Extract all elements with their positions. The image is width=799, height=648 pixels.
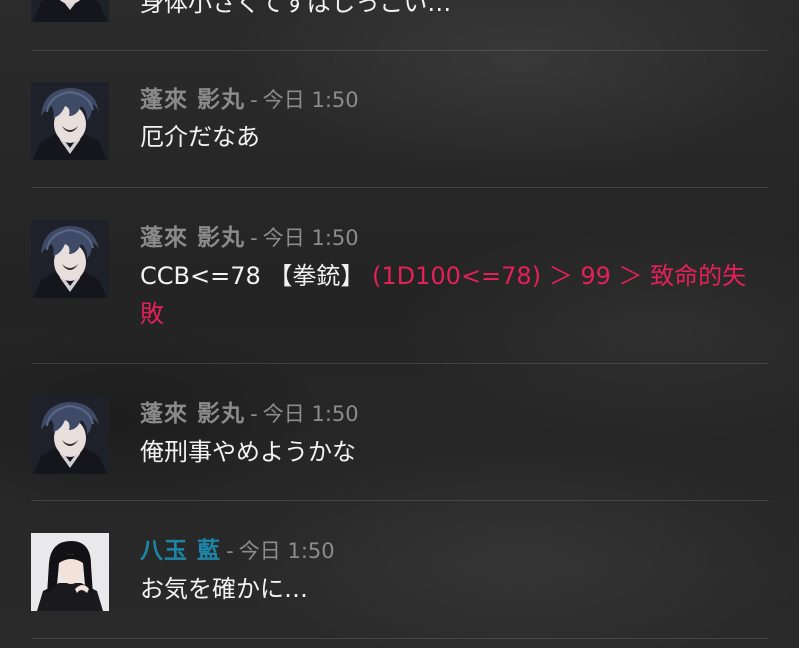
avatar[interactable] bbox=[31, 220, 109, 298]
timestamp: 今日 1:50 bbox=[262, 226, 359, 250]
avatar[interactable] bbox=[31, 396, 109, 474]
avatar-kagemaru-image bbox=[31, 220, 109, 298]
avatar-ai-image bbox=[31, 533, 109, 611]
timestamp: 今日 1:50 bbox=[238, 539, 335, 563]
dice-command-text: CCB<=78 【拳銃】 bbox=[140, 262, 365, 290]
avatar[interactable] bbox=[31, 533, 109, 611]
separator: - bbox=[226, 539, 234, 563]
avatar[interactable] bbox=[31, 82, 109, 160]
message-divider bbox=[31, 363, 769, 364]
avatar-kagemaru-image bbox=[31, 396, 109, 474]
timestamp: 今日 1:50 bbox=[262, 402, 359, 426]
message-text: 俺刑事やめようかな bbox=[140, 438, 356, 466]
message-divider bbox=[31, 187, 769, 188]
message-text: CCB<=78 【拳銃】 (1D100<=78) ＞ 99 ＞ 致命的失敗 bbox=[140, 257, 770, 333]
avatar[interactable] bbox=[31, 0, 109, 22]
separator: - bbox=[250, 88, 258, 112]
message-text: お気を確かに… bbox=[140, 575, 308, 603]
author-name[interactable]: 蓬來 影丸 bbox=[140, 87, 245, 113]
author-name[interactable]: 蓬來 影丸 bbox=[140, 225, 245, 251]
author-name[interactable]: 蓬來 影丸 bbox=[140, 401, 245, 427]
message-header: 蓬來 影丸 - 今日 1:50 bbox=[140, 224, 359, 252]
avatar-kagemaru-image bbox=[31, 0, 109, 22]
separator: - bbox=[250, 402, 258, 426]
chat-message-list[interactable]: 身体小さくてすばしっこい… 蓬來 影丸 - 今日 1:50 厄介だなあ 蓬來 影… bbox=[0, 0, 799, 648]
message-text: 身体小さくてすばしっこい… bbox=[140, 0, 452, 17]
message-header: 八玉 藍 - 今日 1:50 bbox=[140, 537, 335, 565]
author-name[interactable]: 八玉 藍 bbox=[140, 538, 221, 564]
message-divider bbox=[31, 638, 769, 639]
message-divider bbox=[31, 50, 769, 51]
separator: - bbox=[250, 226, 258, 250]
message-header: 蓬來 影丸 - 今日 1:50 bbox=[140, 86, 359, 114]
message-text: 厄介だなあ bbox=[140, 123, 260, 151]
avatar-kagemaru-image bbox=[31, 82, 109, 160]
message-header: 蓬來 影丸 - 今日 1:50 bbox=[140, 400, 359, 428]
timestamp: 今日 1:50 bbox=[262, 88, 359, 112]
message-divider bbox=[31, 500, 769, 501]
